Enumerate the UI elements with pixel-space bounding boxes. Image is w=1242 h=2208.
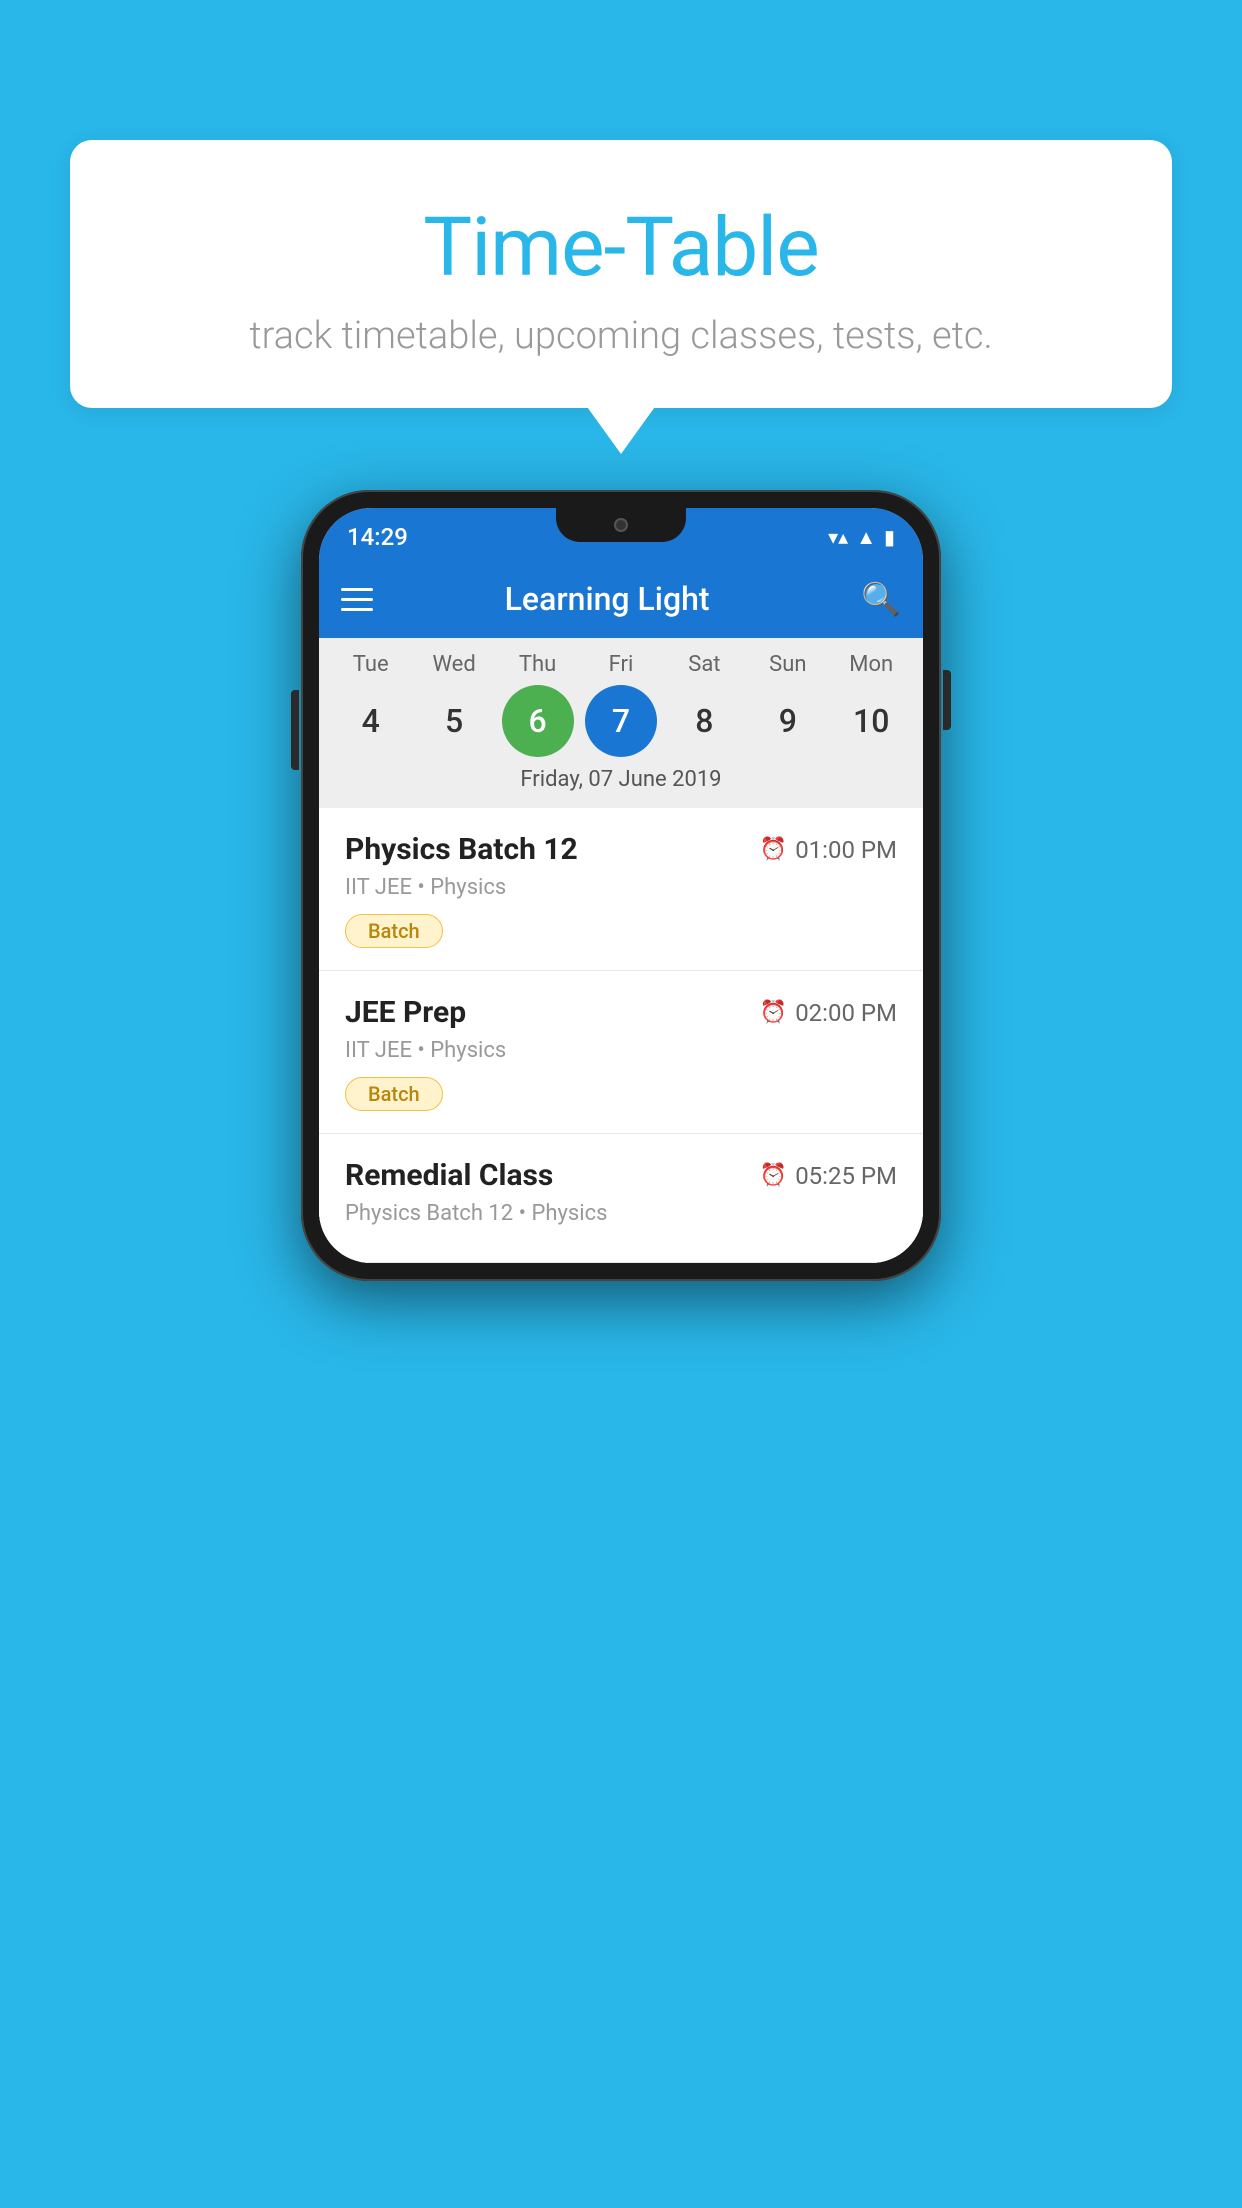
batch-badge-2: Batch [345, 1077, 443, 1111]
app-bar-title: Learning Light [393, 580, 821, 618]
time-value-3: 05:25 PM [795, 1162, 897, 1190]
app-title-heading: Time-Table [110, 200, 1132, 296]
phone-outer: 14:29 ▾▴ ▲ ▮ Learning Light 🔍 [301, 490, 941, 1281]
clock-icon-3: ⏰ [760, 1163, 787, 1188]
phone-screen: 14:29 ▾▴ ▲ ▮ Learning Light 🔍 [319, 508, 923, 1263]
app-subtitle: track timetable, upcoming classes, tests… [110, 314, 1132, 358]
hamburger-line-3 [341, 608, 373, 611]
wifi-icon: ▾▴ [828, 525, 848, 549]
day-label-wed: Wed [418, 652, 490, 677]
speech-bubble-wrapper: Time-Table track timetable, upcoming cla… [70, 140, 1172, 408]
status-time: 14:29 [347, 523, 408, 551]
schedule-item-1-header: Physics Batch 12 ⏰ 01:00 PM [345, 832, 897, 867]
day-numbers: 4 5 6 7 8 9 10 [319, 681, 923, 761]
schedule-item-2[interactable]: JEE Prep ⏰ 02:00 PM IIT JEE • Physics Ba… [319, 971, 923, 1134]
camera-dot [614, 518, 628, 532]
schedule-item-3-header: Remedial Class ⏰ 05:25 PM [345, 1158, 897, 1193]
day-label-sun: Sun [752, 652, 824, 677]
day-4[interactable]: 4 [335, 685, 407, 757]
batch-badge-1: Batch [345, 914, 443, 948]
status-icons: ▾▴ ▲ ▮ [828, 525, 895, 550]
time-value-1: 01:00 PM [795, 836, 897, 864]
schedule-item-1[interactable]: Physics Batch 12 ⏰ 01:00 PM IIT JEE • Ph… [319, 808, 923, 971]
phone-mockup: 14:29 ▾▴ ▲ ▮ Learning Light 🔍 [301, 490, 941, 1281]
class-meta-3: Physics Batch 12 • Physics [345, 1201, 897, 1226]
day-7-selected[interactable]: 7 [585, 685, 657, 757]
selected-date-label: Friday, 07 June 2019 [319, 761, 923, 802]
clock-icon-1: ⏰ [760, 837, 787, 862]
signal-icon: ▲ [856, 525, 876, 550]
search-icon[interactable]: 🔍 [861, 580, 901, 618]
day-5[interactable]: 5 [418, 685, 490, 757]
class-name-3: Remedial Class [345, 1158, 553, 1193]
phone-notch [556, 508, 686, 542]
day-label-mon: Mon [835, 652, 907, 677]
hamburger-line-1 [341, 588, 373, 591]
speech-bubble: Time-Table track timetable, upcoming cla… [70, 140, 1172, 408]
class-time-1: ⏰ 01:00 PM [760, 836, 897, 864]
app-bar: Learning Light 🔍 [319, 560, 923, 638]
hamburger-line-2 [341, 598, 373, 601]
day-6-today[interactable]: 6 [502, 685, 574, 757]
battery-icon: ▮ [884, 525, 895, 549]
day-label-fri: Fri [585, 652, 657, 677]
day-label-sat: Sat [668, 652, 740, 677]
class-time-2: ⏰ 02:00 PM [760, 999, 897, 1027]
time-value-2: 02:00 PM [795, 999, 897, 1027]
day-label-thu: Thu [502, 652, 574, 677]
class-time-3: ⏰ 05:25 PM [760, 1162, 897, 1190]
class-name-2: JEE Prep [345, 995, 466, 1030]
day-9[interactable]: 9 [752, 685, 824, 757]
class-meta-1: IIT JEE • Physics [345, 875, 897, 900]
day-10[interactable]: 10 [835, 685, 907, 757]
schedule-list: Physics Batch 12 ⏰ 01:00 PM IIT JEE • Ph… [319, 808, 923, 1263]
class-name-1: Physics Batch 12 [345, 832, 578, 867]
menu-button[interactable] [341, 588, 373, 611]
day-headers: Tue Wed Thu Fri Sat Sun Mon [319, 648, 923, 681]
day-8[interactable]: 8 [668, 685, 740, 757]
day-label-tue: Tue [335, 652, 407, 677]
calendar-strip: Tue Wed Thu Fri Sat Sun Mon 4 5 6 7 8 9 … [319, 638, 923, 808]
clock-icon-2: ⏰ [760, 1000, 787, 1025]
class-meta-2: IIT JEE • Physics [345, 1038, 897, 1063]
schedule-item-2-header: JEE Prep ⏰ 02:00 PM [345, 995, 897, 1030]
schedule-item-3[interactable]: Remedial Class ⏰ 05:25 PM Physics Batch … [319, 1134, 923, 1263]
